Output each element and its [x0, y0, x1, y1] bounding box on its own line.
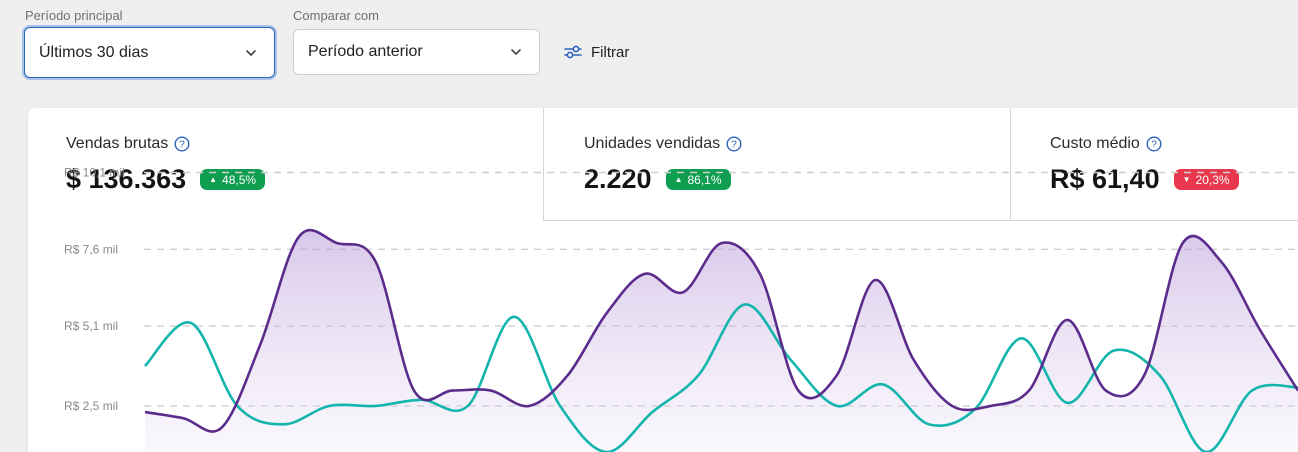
compare-label: Comparar com — [293, 8, 379, 23]
y-tick-label: R$ 5,1 mil — [64, 319, 118, 333]
sliders-icon — [564, 45, 582, 59]
filter-button-label: Filtrar — [591, 43, 630, 61]
compare-select[interactable]: Período anterior — [293, 29, 540, 75]
primary-period-value: Últimos 30 dias — [39, 43, 149, 61]
y-tick-label: R$ 7,6 mil — [64, 242, 118, 256]
y-tick-label: R$ 2,5 mil — [64, 399, 118, 413]
sales-chart[interactable]: R$ 10,1 mil R$ 7,6 mil R$ 5,1 mil R$ 2,5 mi… — [28, 108, 1298, 452]
primary-period-label: Período principal — [25, 8, 123, 23]
chevron-down-icon — [511, 49, 521, 55]
sales-overview-card: Vendas brutas ? $ 136.363 ▲ 48,5% Unidade… — [28, 108, 1298, 452]
series-area-current — [145, 230, 1298, 452]
primary-period-select[interactable]: Últimos 30 dias — [24, 27, 275, 78]
compare-value: Período anterior — [308, 43, 423, 60]
chevron-down-icon — [246, 49, 256, 56]
filter-button[interactable]: Filtrar — [563, 40, 629, 64]
y-tick-label: R$ 10,1 mil — [64, 166, 125, 180]
